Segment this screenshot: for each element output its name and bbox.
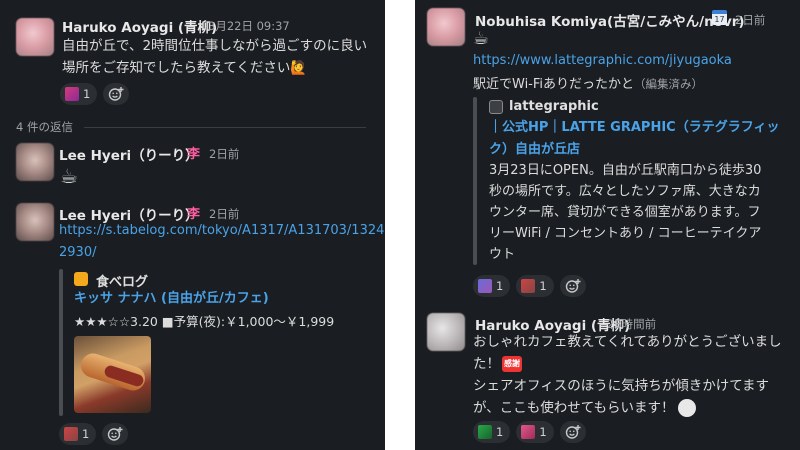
add-reaction-button[interactable] xyxy=(559,421,586,443)
card-title: ｜公式HP｜LATTE GRAPHIC（ラテグラフィッ ク）自由が丘店 xyxy=(489,117,794,161)
reaction-count: 1 xyxy=(496,425,504,439)
add-reaction-button[interactable] xyxy=(103,83,130,105)
card-title[interactable]: キッサ ナナハ (自由が丘/カフェ) xyxy=(74,288,269,310)
custom-emoji-icon xyxy=(64,427,78,441)
message-text: おしゃれカフェ教えてくれてありがとうございまし た！ 感謝 シェアオフィスのほうに… xyxy=(473,331,795,419)
card-title-line[interactable]: ｜公式HP｜LATTE GRAPHIC（ラテグラフィッ xyxy=(489,117,794,139)
reaction-chip[interactable]: 1 xyxy=(516,275,554,297)
avatar[interactable] xyxy=(16,18,54,56)
tabelog-logo-icon xyxy=(74,272,88,286)
card-site-name: lattegraphic xyxy=(509,99,599,114)
card-description: 3月23日にOPEN。自由が丘駅南口から徒歩30 秒の場所です。広々としたソファ… xyxy=(489,160,794,265)
custom-emoji-icon xyxy=(65,87,79,101)
reaction-chip[interactable]: 1 xyxy=(59,423,97,445)
custom-emoji-icon xyxy=(478,425,492,439)
reaction-bar: 1 1 xyxy=(473,275,586,297)
reaction-count: 1 xyxy=(539,425,547,439)
name-badge: 李 xyxy=(187,147,201,162)
reaction-chip[interactable]: 1 xyxy=(473,421,511,443)
card-thumbnail[interactable] xyxy=(74,336,151,413)
attachment-bar xyxy=(59,269,63,416)
add-reaction-icon xyxy=(108,427,123,441)
message-line: が、ここも使わせてもらいます！ xyxy=(473,400,675,416)
message-line: 自由が丘で、2時間位仕事しながら過ごすのに良い xyxy=(62,38,368,54)
reaction-chip[interactable]: 1 xyxy=(60,83,98,105)
author-name[interactable]: Haruko Aoyagi (青柳) xyxy=(62,16,217,36)
message-line: 場所をご存知でしたら教えてください🙋 xyxy=(62,60,308,76)
reaction-count: 1 xyxy=(83,87,91,101)
timestamp[interactable]: 2日前 xyxy=(209,146,239,162)
custom-emoji-icon xyxy=(521,279,536,293)
message-text: 自由が丘で、2時間位仕事しながら過ごすのに良い 場所をご存知でしたら教えてくださ… xyxy=(62,35,377,79)
lattegraphic-logo-icon xyxy=(489,100,503,114)
avatar[interactable] xyxy=(16,203,54,241)
link-line[interactable]: 2930/ xyxy=(59,242,379,264)
author-name[interactable]: Nobuhisa Komiya(古宮/こみやん/novr) xyxy=(475,10,745,30)
add-reaction-button[interactable] xyxy=(559,275,586,297)
timestamp[interactable]: 23時間前 xyxy=(607,316,656,332)
reaction-chip[interactable]: 1 xyxy=(516,421,554,443)
calendar-icon: 17 xyxy=(712,10,727,25)
avatar[interactable] xyxy=(427,313,465,351)
add-reaction-icon xyxy=(565,425,581,439)
coffee-emoji: ☕ xyxy=(60,164,78,188)
message-text: 駅近でWi-Fiありだったかと（編集済み） xyxy=(473,73,703,92)
reaction-bar: 1 1 xyxy=(473,421,586,443)
author-name[interactable]: Lee Hyeri（りーり） xyxy=(59,144,199,164)
add-reaction-icon xyxy=(109,87,124,101)
thread-panel-left: Haruko Aoyagi (青柳) 3月22日 09:37 自由が丘で、2時間… xyxy=(0,0,385,450)
message-line: た！ xyxy=(473,356,500,372)
message-line: シェアオフィスのほうに気持ちが傾きかけてます xyxy=(473,378,770,394)
card-title-line[interactable]: ク）自由が丘店 xyxy=(489,139,794,161)
reaction-count: 1 xyxy=(539,279,547,293)
reply-count-label[interactable]: 4 件の返信 xyxy=(16,119,73,135)
card-desc-line: ウンター席、貸切ができる個室があります。フ xyxy=(489,205,761,220)
avatar[interactable] xyxy=(16,143,54,181)
reaction-count: 1 xyxy=(82,427,90,441)
card-desc-line: ウト xyxy=(489,247,516,262)
cat-emoji-icon xyxy=(677,399,696,417)
reaction-chip[interactable]: 1 xyxy=(473,275,511,297)
reaction-bar: 1 xyxy=(59,423,129,445)
add-reaction-icon xyxy=(565,279,581,293)
kansha-emoji: 感謝 xyxy=(502,356,522,372)
card-desc-line: リーWiFi / コンセントあり / コーヒーテイクア xyxy=(489,226,762,241)
attachment-bar xyxy=(473,97,477,265)
card-rating: ★★★☆☆3.20 ■予算(夜):￥1,000～￥1,999 xyxy=(74,314,335,329)
card-desc-line: 3月23日にOPEN。自由が丘駅南口から徒歩30 xyxy=(489,163,762,178)
edited-label: （編集済み） xyxy=(634,77,704,91)
message-line: おしゃれカフェ教えてくれてありがとうございまし xyxy=(473,334,782,350)
link-line[interactable]: https://s.tabelog.com/tokyo/A1317/A13170… xyxy=(59,220,384,242)
timestamp[interactable]: 2日前 xyxy=(735,12,765,28)
lattegraphic-link[interactable]: https://www.lattegraphic.com/jiyugaoka xyxy=(473,53,732,68)
card-desc-line: 秒の場所です。広々としたソファ席、大きなカ xyxy=(489,184,761,199)
reaction-count: 1 xyxy=(496,279,504,293)
divider xyxy=(84,127,366,128)
coffee-emoji: ☕ xyxy=(473,28,490,49)
thread-panel-right: Nobuhisa Komiya(古宮/こみやん/novr) 17 2日前 ☕ h… xyxy=(415,0,800,450)
avatar[interactable] xyxy=(427,8,465,46)
reaction-bar: 1 xyxy=(60,83,130,105)
add-reaction-button[interactable] xyxy=(102,423,129,445)
custom-emoji-icon xyxy=(478,279,492,293)
custom-emoji-icon xyxy=(521,425,536,439)
tabelog-link: https://s.tabelog.com/tokyo/A1317/A13170… xyxy=(59,220,384,264)
message-line: 駅近でWi-Fiありだったかと xyxy=(473,77,635,92)
timestamp[interactable]: 3月22日 09:37 xyxy=(208,18,290,34)
